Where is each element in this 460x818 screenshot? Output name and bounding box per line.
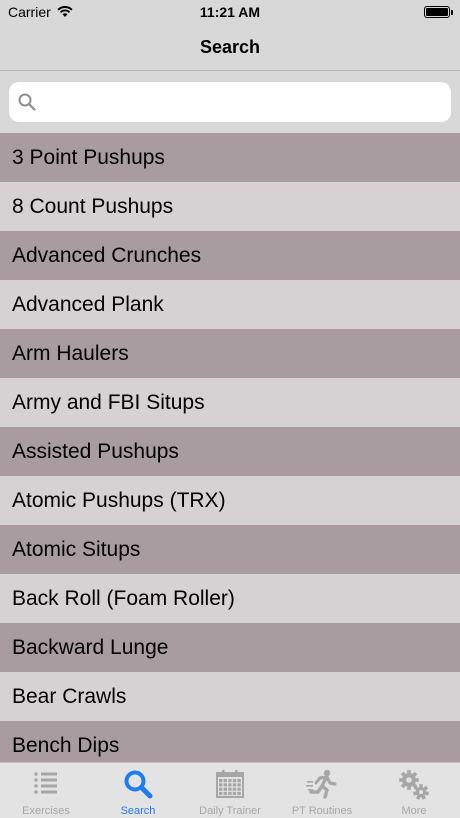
exercise-row-label: Back Roll (Foam Roller) [12, 586, 235, 610]
tab-label: Search [120, 805, 156, 817]
search-bar [0, 71, 460, 133]
exercise-row-label: 8 Count Pushups [12, 194, 174, 218]
exercise-row-label: Assisted Pushups [12, 439, 179, 463]
exercise-row[interactable]: Advanced Crunches [0, 231, 460, 280]
battery-icon [424, 6, 453, 18]
exercise-row-label: Backward Lunge [12, 635, 169, 659]
tab-label: More [401, 805, 427, 817]
exercise-row-label: Advanced Crunches [12, 243, 202, 267]
exercise-list: 3 Point Pushups 8 Count Pushups Advanced C… [0, 133, 460, 770]
search-icon [18, 93, 36, 111]
tab-label: Daily Trainer [199, 805, 261, 817]
exercise-row[interactable]: Assisted Pushups [0, 427, 460, 476]
exercise-row-label: 3 Point Pushups [12, 145, 165, 169]
status-bar: Carrier 11:21 AM [0, 0, 460, 24]
tab-exercises[interactable]: Exercises [0, 763, 92, 818]
search-field-container[interactable] [9, 82, 451, 124]
exercise-row-label: Army and FBI Situps [12, 390, 205, 414]
exercise-row[interactable]: Advanced Plank [0, 280, 460, 329]
exercise-row-label: Atomic Pushups (TRX) [12, 488, 226, 512]
exercise-row[interactable]: Atomic Pushups (TRX) [0, 476, 460, 525]
tab-daily-trainer[interactable]: Daily Trainer [184, 763, 276, 818]
tab-bar: Exercises Search Daily Trainer PT Routines M… [0, 762, 460, 818]
search-input[interactable] [43, 82, 447, 124]
exercise-row[interactable]: Arm Haulers [0, 329, 460, 378]
tab-pt-routines[interactable]: PT Routines [276, 763, 368, 818]
exercise-row[interactable]: Bear Crawls [0, 672, 460, 721]
exercise-row-label: Advanced Plank [12, 292, 164, 316]
exercise-row-label: Atomic Situps [12, 537, 141, 561]
exercise-row[interactable]: Atomic Situps [0, 525, 460, 574]
exercise-row[interactable]: Back Roll (Foam Roller) [0, 574, 460, 623]
tab-label: Exercises [22, 805, 70, 817]
navigation-bar: Search [0, 24, 460, 71]
exercise-row[interactable]: 8 Count Pushups [0, 182, 460, 231]
exercise-row[interactable]: Army and FBI Situps [0, 378, 460, 427]
page-title: Search [199, 36, 261, 57]
exercise-row-label: Arm Haulers [12, 341, 129, 365]
exercise-row[interactable]: Backward Lunge [0, 623, 460, 672]
exercise-row-label: Bear Crawls [12, 684, 127, 708]
status-time: 11:21 AM [199, 4, 261, 20]
exercise-row[interactable]: 3 Point Pushups [0, 133, 460, 182]
exercise-row-label: Bench Dips [12, 733, 120, 757]
tab-more[interactable]: More [368, 763, 460, 818]
tab-label: PT Routines [291, 805, 353, 817]
tab-search[interactable]: Search [92, 763, 184, 818]
